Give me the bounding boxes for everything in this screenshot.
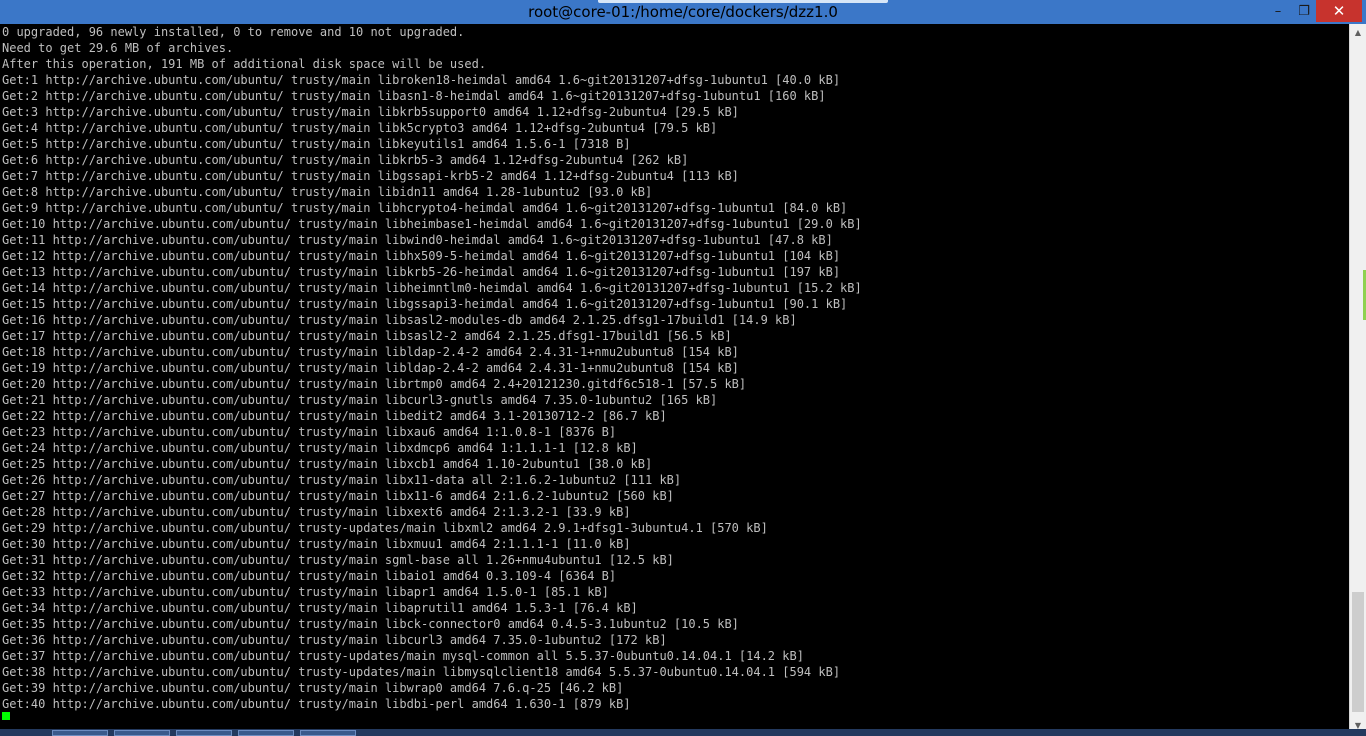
terminal-line: Get:19 http://archive.ubuntu.com/ubuntu/… xyxy=(2,361,739,375)
scroll-up-arrow-icon[interactable]: ▲ xyxy=(1350,24,1366,41)
terminal-line: Get:4 http://archive.ubuntu.com/ubuntu/ … xyxy=(2,121,718,135)
taskbar-item[interactable] xyxy=(114,730,170,736)
taskbar-item[interactable] xyxy=(176,730,232,736)
terminal-line: After this operation, 191 MB of addition… xyxy=(2,57,487,71)
terminal-line: Get:15 http://archive.ubuntu.com/ubuntu/… xyxy=(2,297,848,311)
terminal-line: Get:36 http://archive.ubuntu.com/ubuntu/… xyxy=(2,633,667,647)
terminal-line: Get:22 http://archive.ubuntu.com/ubuntu/… xyxy=(2,409,667,423)
terminal-line: Get:11 http://archive.ubuntu.com/ubuntu/… xyxy=(2,233,833,247)
terminal-line: Get:16 http://archive.ubuntu.com/ubuntu/… xyxy=(2,313,797,327)
terminal-line: Get:37 http://archive.ubuntu.com/ubuntu/… xyxy=(2,649,804,663)
terminal-line: Get:13 http://archive.ubuntu.com/ubuntu/… xyxy=(2,265,841,279)
terminal-line: Need to get 29.6 MB of archives. xyxy=(2,41,234,55)
terminal-line: Get:39 http://archive.ubuntu.com/ubuntu/… xyxy=(2,681,624,695)
terminal-line: Get:28 http://archive.ubuntu.com/ubuntu/… xyxy=(2,505,631,519)
terminal-line: Get:3 http://archive.ubuntu.com/ubuntu/ … xyxy=(2,105,739,119)
terminal-output[interactable]: 0 upgraded, 96 newly installed, 0 to rem… xyxy=(2,24,1348,720)
vertical-scrollbar[interactable]: ▲ ▼ xyxy=(1349,24,1366,734)
terminal-line: Get:33 http://archive.ubuntu.com/ubuntu/… xyxy=(2,585,609,599)
terminal-line: Get:17 http://archive.ubuntu.com/ubuntu/… xyxy=(2,329,732,343)
terminal-line: Get:32 http://archive.ubuntu.com/ubuntu/… xyxy=(2,569,617,583)
terminal-line: Get:2 http://archive.ubuntu.com/ubuntu/ … xyxy=(2,89,826,103)
terminal-line: Get:40 http://archive.ubuntu.com/ubuntu/… xyxy=(2,697,631,711)
window-title: root@core-01:/home/core/dockers/dzz1.0 xyxy=(528,3,838,21)
restore-button[interactable]: ❐ xyxy=(1292,0,1316,22)
terminal-line: Get:26 http://archive.ubuntu.com/ubuntu/… xyxy=(2,473,682,487)
title-bar[interactable]: root@core-01:/home/core/dockers/dzz1.0 –… xyxy=(0,0,1366,24)
terminal-line: Get:38 http://archive.ubuntu.com/ubuntu/… xyxy=(2,665,841,679)
taskbar-item[interactable] xyxy=(52,730,108,736)
terminal-line: Get:31 http://archive.ubuntu.com/ubuntu/… xyxy=(2,553,674,567)
taskbar-item[interactable] xyxy=(238,730,294,736)
close-button[interactable]: ✕ xyxy=(1316,0,1362,22)
terminal-line: Get:10 http://archive.ubuntu.com/ubuntu/… xyxy=(2,217,862,231)
terminal-line: Get:8 http://archive.ubuntu.com/ubuntu/ … xyxy=(2,185,653,199)
terminal-line: Get:12 http://archive.ubuntu.com/ubuntu/… xyxy=(2,249,841,263)
terminal-line: Get:20 http://archive.ubuntu.com/ubuntu/… xyxy=(2,377,747,391)
terminal-line: Get:24 http://archive.ubuntu.com/ubuntu/… xyxy=(2,441,638,455)
terminal-line: Get:34 http://archive.ubuntu.com/ubuntu/… xyxy=(2,601,638,615)
terminal-line: Get:35 http://archive.ubuntu.com/ubuntu/… xyxy=(2,617,739,631)
terminal-line: Get:21 http://archive.ubuntu.com/ubuntu/… xyxy=(2,393,718,407)
terminal-line: Get:7 http://archive.ubuntu.com/ubuntu/ … xyxy=(2,169,739,183)
terminal-cursor xyxy=(2,712,10,720)
taskbar xyxy=(0,729,1366,736)
terminal-line: Get:25 http://archive.ubuntu.com/ubuntu/… xyxy=(2,457,653,471)
terminal-line: Get:27 http://archive.ubuntu.com/ubuntu/… xyxy=(2,489,674,503)
terminal-line: Get:1 http://archive.ubuntu.com/ubuntu/ … xyxy=(2,73,841,87)
taskbar-item[interactable] xyxy=(300,730,356,736)
scrollbar-thumb[interactable] xyxy=(1352,592,1364,712)
terminal-line: Get:9 http://archive.ubuntu.com/ubuntu/ … xyxy=(2,201,848,215)
terminal-line: Get:5 http://archive.ubuntu.com/ubuntu/ … xyxy=(2,137,631,151)
terminal-line: Get:6 http://archive.ubuntu.com/ubuntu/ … xyxy=(2,153,689,167)
terminal-line: Get:18 http://archive.ubuntu.com/ubuntu/… xyxy=(2,345,739,359)
terminal-line: Get:14 http://archive.ubuntu.com/ubuntu/… xyxy=(2,281,862,295)
terminal-window: root@core-01:/home/core/dockers/dzz1.0 –… xyxy=(0,0,1366,736)
terminal-line: Get:23 http://archive.ubuntu.com/ubuntu/… xyxy=(2,425,617,439)
minimize-button[interactable]: – xyxy=(1264,0,1292,22)
terminal-line: Get:29 http://archive.ubuntu.com/ubuntu/… xyxy=(2,521,768,535)
terminal-prompt-line[interactable] xyxy=(2,712,1348,720)
terminal-line: Get:30 http://archive.ubuntu.com/ubuntu/… xyxy=(2,537,631,551)
terminal-line: 0 upgraded, 96 newly installed, 0 to rem… xyxy=(2,25,465,39)
